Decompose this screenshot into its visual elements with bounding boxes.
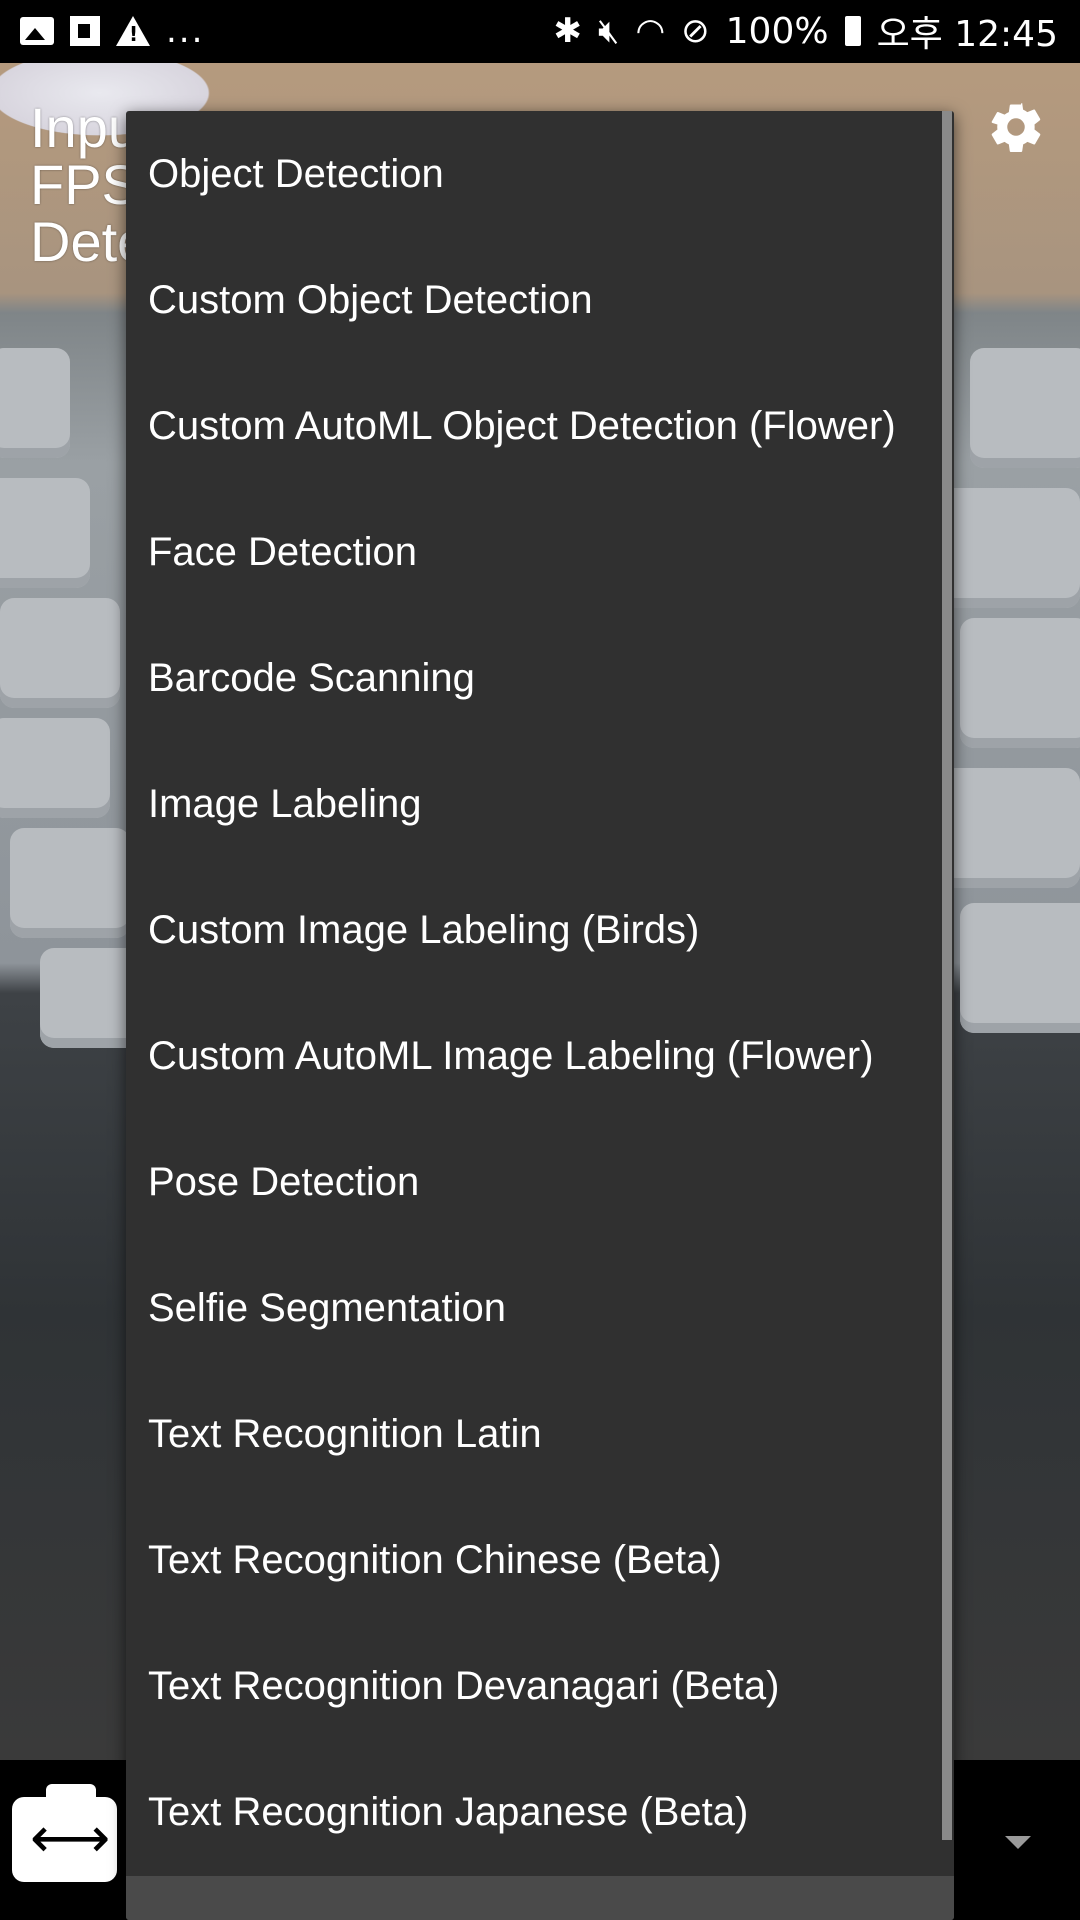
mute-icon: 🔇︎ <box>598 11 620 51</box>
dropdown-arrow-icon[interactable] <box>1005 1836 1031 1849</box>
menu-item-pose-detection[interactable]: Pose Detection <box>126 1119 954 1245</box>
bluetooth-icon: ✱ <box>553 11 583 51</box>
menu-item-custom-automl-image-labeling[interactable]: Custom AutoML Image Labeling (Flower) <box>126 993 954 1119</box>
warning-icon <box>116 16 150 46</box>
status-bar: ... ✱ 🔇︎ ◠ ⊘ 100% 오후 12:45 <box>0 0 1080 63</box>
flipboard-icon <box>70 16 100 46</box>
status-bar-system: ✱ 🔇︎ ◠ ⊘ 100% 오후 12:45 <box>553 10 1058 56</box>
menu-item-custom-image-labeling[interactable]: Custom Image Labeling (Birds) <box>126 867 954 993</box>
menu-item-selfie-segmentation[interactable]: Selfie Segmentation <box>126 1245 954 1371</box>
detector-dropdown-menu: Object Detection Custom Object Detection… <box>126 111 954 1920</box>
menu-item-image-labeling[interactable]: Image Labeling <box>126 741 954 867</box>
battery-percent: 100% <box>725 10 829 52</box>
wifi-icon: ◠ <box>635 11 666 51</box>
status-bar-notifications: ... <box>20 10 204 52</box>
menu-item-object-detection[interactable]: Object Detection <box>126 111 954 237</box>
dropdown-scrollbar[interactable] <box>942 111 952 1840</box>
clock: 오후 12:45 <box>876 14 1058 55</box>
menu-item-text-recognition-devanagari[interactable]: Text Recognition Devanagari (Beta) <box>126 1623 954 1749</box>
menu-item-text-recognition-japanese[interactable]: Text Recognition Japanese (Beta) <box>126 1749 954 1875</box>
dropdown-list: Object Detection Custom Object Detection… <box>126 111 954 1875</box>
menu-item-barcode-scanning[interactable]: Barcode Scanning <box>126 615 954 741</box>
menu-item-text-recognition-chinese[interactable]: Text Recognition Chinese (Beta) <box>126 1497 954 1623</box>
dropdown-next-item-peek[interactable] <box>126 1876 954 1920</box>
menu-item-custom-object-detection[interactable]: Custom Object Detection <box>126 237 954 363</box>
block-icon: ⊘ <box>681 11 710 51</box>
battery-icon <box>844 16 861 46</box>
switch-camera-button[interactable]: ⟷ <box>12 1784 117 1882</box>
menu-item-face-detection[interactable]: Face Detection <box>126 489 954 615</box>
image-icon <box>20 17 54 45</box>
switch-camera-icon: ⟷ <box>30 1806 111 1871</box>
menu-item-text-recognition-latin[interactable]: Text Recognition Latin <box>126 1371 954 1497</box>
overflow-indicator: ... <box>166 11 205 51</box>
menu-item-custom-automl-object-detection[interactable]: Custom AutoML Object Detection (Flower) <box>126 363 954 489</box>
gear-icon[interactable] <box>986 97 1046 157</box>
